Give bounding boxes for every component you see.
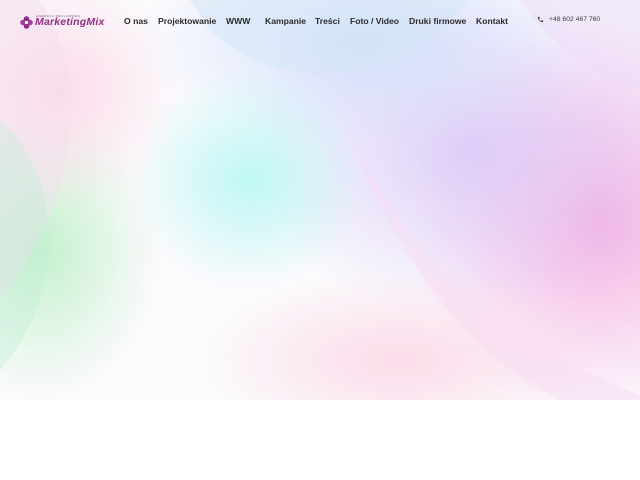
logo-wordmark[interactable]: MarketingMix [35,16,105,28]
gradient-waves-graphic [0,0,640,400]
nav-link-www[interactable]: WWW [226,16,250,26]
logo[interactable] [20,13,33,31]
phone-icon [537,16,544,23]
nav-link-druki-firmowe[interactable]: Druki firmowe [409,16,466,26]
hero-background [0,0,640,400]
logo-flower-icon [20,15,33,29]
nav-link-projektowanie[interactable]: Projektowanie [158,16,216,26]
nav-link-tresci[interactable]: Treści [315,16,340,26]
nav-link-foto-video[interactable]: Foto / Video [350,16,399,26]
nav-link-kontakt[interactable]: Kontakt [476,16,508,26]
top-navigation-bar: AGENCJA REKLAMOWA MarketingMix O nas Pro… [0,0,640,42]
phone-number[interactable]: +48 602 467 760 [549,16,600,23]
nav-link-kampanie[interactable]: Kampanie [265,16,306,26]
nav-link-o-nas[interactable]: O nas [124,16,148,26]
phone-contact[interactable]: +48 602 467 760 [537,16,600,23]
page-content-area [0,400,640,480]
